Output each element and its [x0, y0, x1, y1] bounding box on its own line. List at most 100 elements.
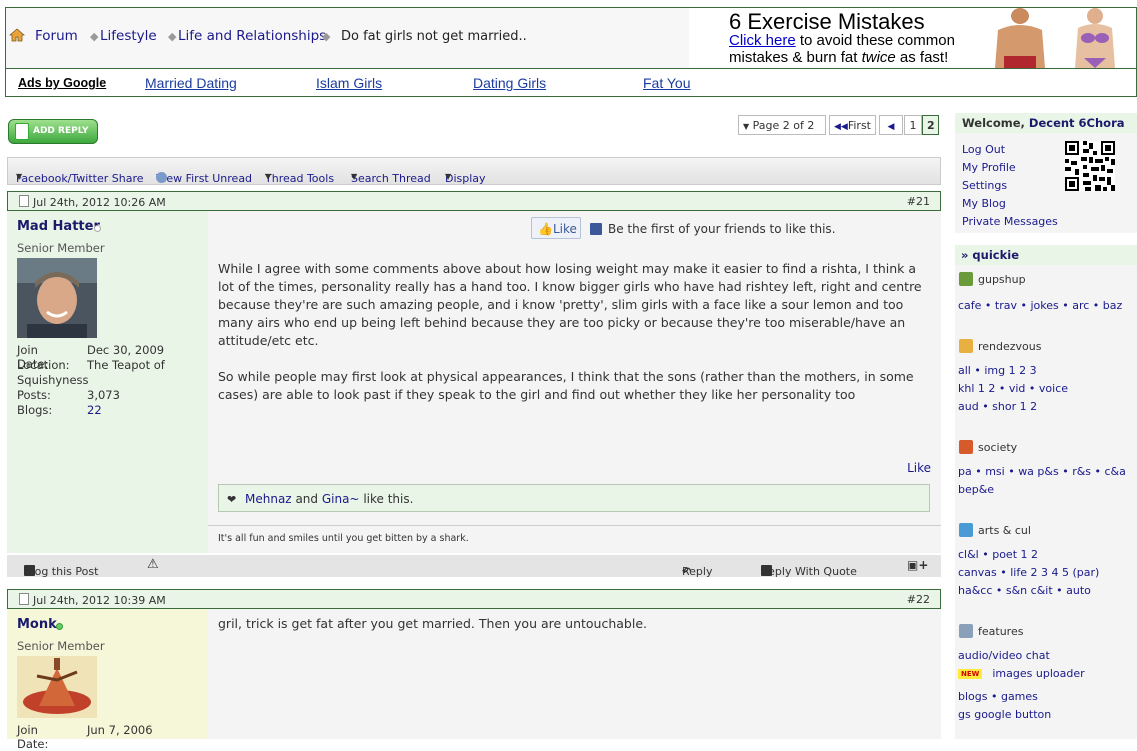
ad-click-here-link[interactable]: Click here [729, 32, 796, 49]
gupshup-section: gupshup [959, 272, 1026, 286]
chevron-down-icon: ▼ [743, 122, 750, 131]
arts-links[interactable]: ha&cc • s&n c&it • auto [958, 584, 1091, 597]
username-link[interactable]: Monk [17, 617, 57, 632]
liker-link[interactable]: Mehnaz [245, 492, 292, 506]
breadcrumb-current: Do fat girls not get married.. [341, 29, 527, 44]
signature: It's all fun and smiles until you get bi… [218, 533, 469, 544]
blogs-count-link[interactable]: 22 [87, 403, 102, 417]
prev-page-button[interactable]: ◀ [879, 115, 903, 135]
private-messages-link[interactable]: Private Messages [962, 215, 1058, 228]
page-of-dropdown[interactable]: ▼ Page 2 of 2 [738, 115, 826, 135]
post-number-link[interactable]: #21 [907, 195, 930, 208]
new-badge: NEW [958, 669, 983, 679]
house-icon [959, 440, 973, 454]
arts-section: arts & cul [959, 523, 1031, 537]
society-links[interactable]: pa • msi • wa p&s • r&s • c&a [958, 465, 1126, 478]
page-1-button[interactable]: 1 [904, 115, 922, 135]
post-user-panel: Monk Senior Member Join Date: Jun 7, 2006 [7, 609, 208, 751]
chevron-down-icon: ▼ [265, 172, 272, 181]
post-header: Jul 24th, 2012 10:26 AM #21 [7, 191, 941, 211]
thread-toolbar: Facebook/Twitter Share ▼ View First Unre… [7, 157, 941, 185]
ad-link-married-dating[interactable]: Married Dating [145, 75, 237, 91]
post-body: gril, trick is get fat after you get mar… [208, 609, 941, 739]
ad-link-fat-you[interactable]: Fat You [643, 75, 691, 91]
heart-icon: ❤ [227, 493, 237, 506]
chevron-down-icon: ▼ [445, 172, 452, 181]
post-date: Jul 24th, 2012 10:39 AM [33, 594, 166, 607]
breadcrumb-separator-icon: ◆ [90, 30, 99, 43]
user-avatar[interactable] [17, 258, 97, 338]
my-profile-link[interactable]: My Profile [962, 161, 1016, 174]
post-document-icon [19, 593, 29, 605]
facebook-like-button[interactable]: 👍Like [531, 217, 581, 239]
thumbs-up-icon: 👍 [538, 222, 553, 236]
post-body: 👍Like Be the first of your friends to li… [208, 211, 941, 553]
breadcrumb-lifestyle[interactable]: Lifestyle [100, 28, 157, 44]
ad-link-islam-girls[interactable]: Islam Girls [316, 75, 382, 91]
user-avatar[interactable] [17, 656, 97, 718]
people-icon [959, 272, 973, 286]
facebook-like-note: Be the first of your friends to like thi… [590, 222, 836, 236]
rendezvous-links[interactable]: all • img 1 2 3 [958, 364, 1037, 377]
ad-text: Click here to avoid these common mistake… [729, 32, 955, 66]
add-reply-button[interactable]: ADD REPLY [8, 119, 98, 144]
liked-by-box: ❤ Mehnaz and Gina~ like this. [218, 484, 930, 512]
quickie-links: gupshup cafe • trav • jokes • arc • baz … [955, 265, 1137, 739]
post-paragraph: So while people may first look at physic… [218, 369, 914, 402]
society-links[interactable]: bep&e [958, 483, 994, 496]
home-icon[interactable] [9, 28, 25, 42]
welcome-header: Welcome, Decent 6Chora [955, 113, 1137, 133]
post-user-panel: Mad Hatter Senior Member Join Date: Dec 3… [7, 211, 208, 553]
navbar: Forum ◆ Lifestyle ◆ Life and Relationshi… [5, 7, 1137, 97]
ads-by-google-label[interactable]: Ads by Google [18, 76, 106, 90]
society-section: society [959, 440, 1017, 454]
arrow-circle-icon [156, 172, 167, 183]
audio-video-chat-link[interactable]: audio/video chat [958, 649, 1050, 662]
post-number-link[interactable]: #22 [907, 593, 930, 606]
report-warning-icon[interactable]: ⚠ [147, 557, 159, 572]
google-ads-row: Ads by Google Married Dating Islam Girls… [6, 68, 1136, 96]
reply-document-icon [15, 123, 29, 140]
my-blog-link[interactable]: My Blog [962, 197, 1006, 210]
facebook-icon [590, 223, 602, 235]
settings-link[interactable]: Settings [962, 179, 1007, 192]
location: The Teapot of [87, 358, 165, 372]
breadcrumb: Forum ◆ Lifestyle ◆ Life and Relationshi… [6, 8, 689, 68]
breadcrumb-life-relationships[interactable]: Life and Relationships [178, 28, 326, 44]
chevron-down-icon: ▼ [16, 172, 23, 181]
rendezvous-links[interactable]: khl 1 2 • vid • voice [958, 382, 1068, 395]
rendezvous-links[interactable]: aud • shor 1 2 [958, 400, 1037, 413]
post-header: Jul 24th, 2012 10:39 AM #22 [7, 589, 941, 609]
arts-links[interactable]: cl&l • poet 1 2 [958, 548, 1038, 561]
ad-link-dating-girls[interactable]: Dating Girls [473, 75, 546, 91]
like-link[interactable]: Like [907, 461, 931, 475]
ad-banner[interactable]: 6 Exercise Mistakes Click here to avoid … [690, 8, 1136, 68]
first-page-button[interactable]: ◀◀First [829, 115, 876, 135]
gs-google-button-link[interactable]: gs google button [958, 708, 1051, 721]
user-title: Senior Member [17, 241, 105, 255]
notepad-icon [959, 624, 973, 638]
arts-links[interactable]: canvas • life 2 3 4 5 (par) [958, 566, 1099, 579]
rendezvous-section: rendezvous [959, 339, 1042, 353]
chevron-left-icon: ◀ [887, 122, 895, 132]
post-message: gril, trick is get fat after you get mar… [218, 616, 647, 631]
post-date: Jul 24th, 2012 10:26 AM [33, 196, 166, 209]
gupshup-links[interactable]: cafe • trav • jokes • arc • baz [958, 299, 1122, 312]
easel-icon [959, 523, 973, 537]
posts-count: 3,073 [87, 388, 120, 402]
breadcrumb-forum[interactable]: Forum [35, 28, 78, 44]
liker-link[interactable]: Gina~ [322, 492, 360, 506]
features-links[interactable]: blogs • games [958, 690, 1038, 703]
post-message: While I agree with some comments above a… [218, 260, 930, 422]
ad-fitness-image[interactable] [990, 8, 1136, 68]
quickie-header: » quickie [955, 245, 1137, 265]
log-out-link[interactable]: Log Out [962, 143, 1005, 156]
post-footer: Blog this Post ⚠ ↶ Reply Reply With Quot… [7, 555, 941, 578]
lock-icon [959, 339, 973, 353]
username-link[interactable]: Mad Hatter [17, 219, 100, 234]
multi-quote-icon[interactable]: ▣+ [907, 558, 928, 572]
images-uploader-link[interactable]: NEW images uploader [958, 667, 1085, 680]
signature-divider [208, 525, 941, 526]
qr-code-icon[interactable] [1065, 141, 1115, 191]
welcome-username-link[interactable]: Decent 6Chora [1029, 116, 1125, 130]
